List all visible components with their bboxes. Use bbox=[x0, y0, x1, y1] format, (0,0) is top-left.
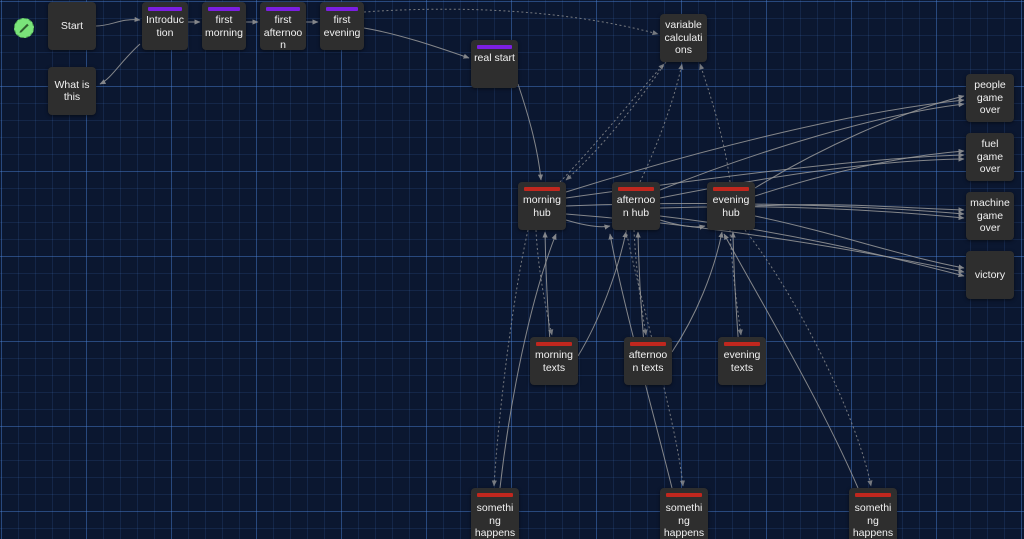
graph-node-sh-evening[interactable]: something happens evening bbox=[849, 488, 897, 539]
graph-node-afternoon-hub[interactable]: afternoon hub bbox=[612, 182, 660, 230]
node-type-bar bbox=[266, 7, 300, 11]
node-label: victory bbox=[974, 268, 1006, 281]
node-label: variable calculations bbox=[664, 19, 703, 57]
node-label: afternoon texts bbox=[628, 349, 668, 374]
graph-node-victory[interactable]: victory bbox=[966, 251, 1014, 299]
node-type-bar bbox=[477, 493, 513, 497]
node-label: people game over bbox=[974, 79, 1006, 117]
node-label: Introduction bbox=[146, 14, 184, 39]
node-label: morning texts bbox=[535, 349, 573, 374]
graph-node-introduction[interactable]: Introduction bbox=[142, 2, 188, 50]
node-label: morning hub bbox=[523, 194, 561, 219]
node-type-bar bbox=[618, 187, 654, 191]
node-label: Start bbox=[60, 19, 84, 32]
graph-node-fuel-game-over[interactable]: fuel game over bbox=[966, 133, 1014, 181]
node-type-bar bbox=[326, 7, 358, 11]
graph-node-what-is-this[interactable]: What is this bbox=[48, 67, 96, 115]
node-label: something happens morning bbox=[474, 502, 516, 539]
node-label: evening hub bbox=[712, 194, 750, 219]
node-label: real start bbox=[474, 52, 515, 64]
graph-node-variable-calc[interactable]: variable calculations bbox=[660, 14, 707, 62]
node-label: first morning bbox=[205, 14, 243, 39]
node-label: afternoon hub bbox=[616, 194, 656, 219]
graph-node-first-afternoon[interactable]: first afternoon bbox=[260, 2, 306, 50]
node-label: evening texts bbox=[723, 349, 761, 374]
node-type-bar bbox=[208, 7, 240, 11]
node-type-bar bbox=[630, 342, 666, 346]
graph-canvas[interactable]: Start What is this Introduction first morni… bbox=[0, 0, 1024, 539]
graph-node-evening-hub[interactable]: evening hub bbox=[707, 182, 755, 230]
node-label: first evening bbox=[323, 14, 361, 39]
node-type-bar bbox=[148, 7, 182, 11]
graph-node-evening-texts[interactable]: evening texts bbox=[718, 337, 766, 385]
node-label: machine game over bbox=[970, 197, 1010, 235]
node-type-bar bbox=[536, 342, 572, 346]
node-label: What is this bbox=[54, 78, 90, 104]
graph-node-people-game-over[interactable]: people game over bbox=[966, 74, 1014, 122]
graph-node-morning-hub[interactable]: morning hub bbox=[518, 182, 566, 230]
node-label: something happens afternoon bbox=[663, 502, 705, 539]
node-type-bar bbox=[524, 187, 560, 191]
node-type-bar bbox=[713, 187, 749, 191]
graph-node-afternoon-texts[interactable]: afternoon texts bbox=[624, 337, 672, 385]
graph-node-start[interactable]: Start bbox=[48, 2, 96, 50]
graph-node-real-start[interactable]: real start bbox=[471, 40, 518, 88]
node-layer: Start What is this Introduction first morni… bbox=[0, 0, 1024, 539]
graph-node-sh-morning[interactable]: something happens morning bbox=[471, 488, 519, 539]
node-type-bar bbox=[724, 342, 760, 346]
node-label: something happens evening bbox=[852, 502, 894, 539]
graph-node-first-morning[interactable]: first morning bbox=[202, 2, 246, 50]
pencil-edit-icon[interactable] bbox=[14, 18, 34, 38]
graph-node-sh-afternoon[interactable]: something happens afternoon bbox=[660, 488, 708, 539]
node-label: first afternoon bbox=[263, 14, 303, 50]
graph-node-machine-game-over[interactable]: machine game over bbox=[966, 192, 1014, 240]
node-label: fuel game over bbox=[976, 138, 1004, 176]
node-type-bar bbox=[477, 45, 512, 49]
node-type-bar bbox=[855, 493, 891, 497]
graph-node-first-evening[interactable]: first evening bbox=[320, 2, 364, 50]
node-type-bar bbox=[666, 493, 702, 497]
graph-node-morning-texts[interactable]: morning texts bbox=[530, 337, 578, 385]
